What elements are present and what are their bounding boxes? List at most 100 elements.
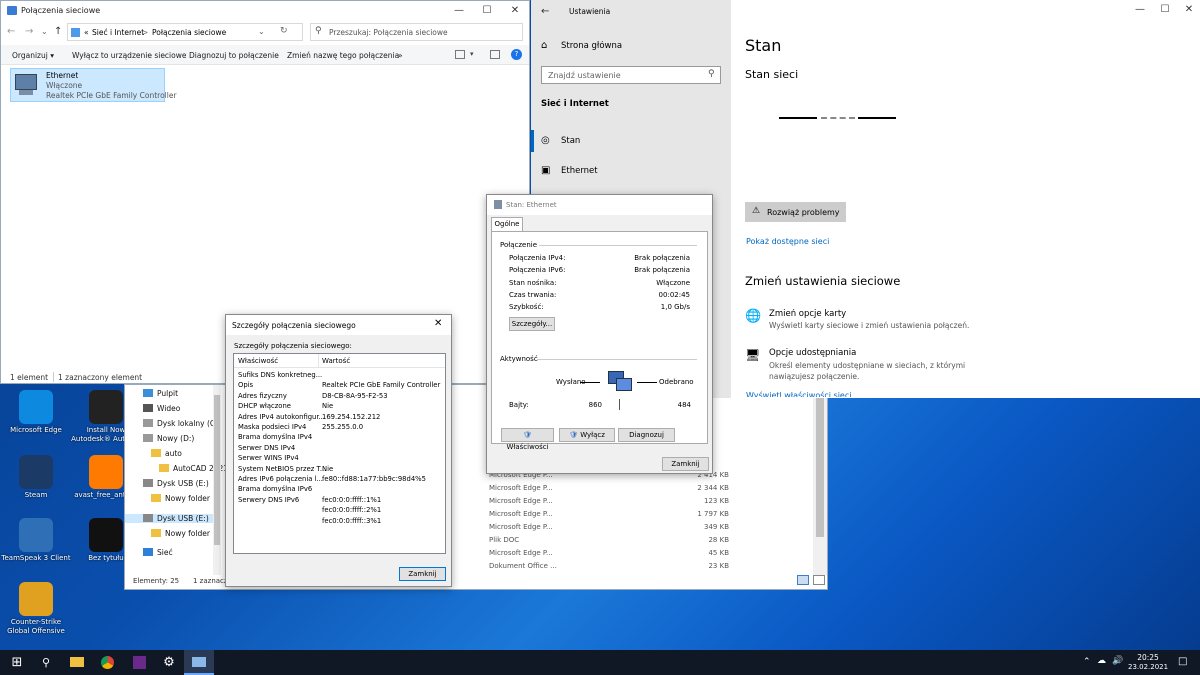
- minimize-button[interactable]: —: [445, 1, 473, 21]
- status-close-button[interactable]: Zamknij: [662, 457, 709, 471]
- file-row[interactable]: Microsoft Edge P... 45 KB: [489, 549, 729, 561]
- maximize-button[interactable]: ☐: [473, 1, 501, 21]
- disable-button[interactable]: 🛡 Wyłącz: [559, 428, 615, 442]
- settings-taskbar-icon[interactable]: ⚙: [154, 650, 184, 675]
- status-dialog-icon: [494, 200, 502, 209]
- file-size: 28 KB: [708, 536, 729, 544]
- search-box[interactable]: ⚲ Przeszukaj: Połączenia sieciowe: [310, 23, 523, 41]
- sharing-options-link[interactable]: Opcje udostępniania: [769, 348, 856, 358]
- detail-property: Brama domyślna IPv4: [238, 433, 313, 442]
- nav-stan[interactable]: Stan: [561, 136, 580, 146]
- tab-general-label: Ogólne: [494, 220, 520, 228]
- adapter-options-desc: Wyświetl karty sieciowe i zmień ustawien…: [769, 321, 970, 330]
- address-dropdown-icon[interactable]: ⌄: [258, 27, 265, 36]
- more-commands-button[interactable]: »: [398, 51, 403, 60]
- start-icon[interactable]: ⊞: [2, 650, 32, 675]
- file-row[interactable]: Dokument Office ... 23 KB: [489, 562, 729, 574]
- up-icon[interactable]: ↑: [54, 26, 62, 37]
- selected-indicator: [531, 130, 534, 152]
- recent-chevron-icon[interactable]: ⌄: [41, 27, 48, 36]
- settings-search-placeholder[interactable]: Znajdź ustawienie: [548, 71, 621, 80]
- details-button[interactable]: Szczegóły...: [509, 317, 555, 331]
- adapter-options-link[interactable]: Zmień opcje karty: [769, 309, 846, 319]
- search-taskbar-icon[interactable]: ⚲: [31, 650, 61, 675]
- file-type: Dokument Office ...: [489, 562, 557, 570]
- breadcrumb-network[interactable]: Sieć i Internet: [92, 28, 144, 37]
- network-tray-icon[interactable]: ☁: [1097, 656, 1106, 666]
- detail-property: Serwer DNS IPv4: [238, 443, 296, 452]
- column-value[interactable]: Wartość: [322, 357, 350, 365]
- ethernet-adapter-item[interactable]: Ethernet Włączone Realtek PCIe GbE Famil…: [10, 68, 177, 102]
- desktop-icon[interactable]: Steam: [0, 455, 72, 500]
- column-divider[interactable]: [318, 354, 319, 368]
- details-list[interactable]: Właściwość Wartość Sufiks DNS konkretneg…: [233, 353, 446, 554]
- detail-property: Sufiks DNS konkretneg...: [238, 371, 323, 379]
- settings-search[interactable]: Znajdź ustawienie ⚲: [541, 66, 721, 84]
- refresh-icon[interactable]: ↻: [280, 26, 288, 36]
- details-close-button[interactable]: Zamknij: [399, 567, 446, 581]
- desktop-app-icon: [89, 518, 123, 552]
- desktop-app-icon: [19, 455, 53, 489]
- tiles-view-icon[interactable]: [813, 575, 825, 585]
- settings-home-link[interactable]: Strona główna: [561, 41, 622, 51]
- diagnose-button[interactable]: Diagnozuj to połączenie: [189, 51, 279, 60]
- status-row-value: 00:02:45: [658, 290, 690, 299]
- nav-ethernet[interactable]: Ethernet: [561, 166, 598, 176]
- breadcrumb-connections[interactable]: Połączenia sieciowe: [152, 28, 226, 37]
- rename-button[interactable]: Zmień nazwę tego połączenia: [287, 51, 399, 60]
- details-view-icon[interactable]: [797, 575, 809, 585]
- change-view-icon[interactable]: [455, 50, 465, 59]
- file-row[interactable]: Microsoft Edge P... 349 KB: [489, 523, 729, 535]
- tab-general[interactable]: Ogólne: [491, 217, 523, 231]
- clock-date[interactable]: 23.02.2021: [1128, 663, 1168, 671]
- detail-property: Serwery DNS IPv6: [238, 495, 300, 504]
- warning-icon: ⚠: [752, 206, 761, 216]
- chrome-taskbar-icon[interactable]: [92, 650, 122, 675]
- forward-icon[interactable]: →: [25, 26, 33, 37]
- file-row[interactable]: Microsoft Edge P... 123 KB: [489, 497, 729, 509]
- close-button[interactable]: ✕: [501, 1, 529, 21]
- file-scrollbar-thumb[interactable]: [816, 397, 824, 537]
- detail-value: D8-CB-8A-95-F2-53: [322, 391, 388, 400]
- desktop-icon[interactable]: Counter-Strike Global Offensive: [0, 582, 72, 636]
- control-panel-taskbar-icon[interactable]: [184, 650, 214, 675]
- organize-menu[interactable]: Organizuj ▾: [12, 51, 54, 60]
- app-taskbar-icon[interactable]: [124, 650, 154, 675]
- file-row[interactable]: Microsoft Edge P... 2 344 KB: [489, 484, 729, 496]
- desktop-icon[interactable]: Microsoft Edge: [0, 390, 72, 435]
- help-icon[interactable]: ?: [511, 49, 522, 60]
- status-row-value: 1,0 Gb/s: [660, 303, 690, 312]
- desktop-app-icon: [19, 582, 53, 616]
- settings-back-icon[interactable]: ←: [541, 6, 549, 17]
- view-dropdown-icon[interactable]: ▾: [470, 50, 474, 58]
- address-bar[interactable]: « Sieć i Internet > Połączenia sieciowe …: [67, 23, 303, 41]
- back-icon[interactable]: ←: [7, 26, 15, 37]
- desktop-icon-label: TeamSpeak 3 Client: [1, 554, 71, 562]
- file-explorer-taskbar-icon[interactable]: [62, 650, 92, 675]
- column-property[interactable]: Właściwość: [238, 357, 278, 365]
- file-row[interactable]: Plik DOC 28 KB: [489, 536, 729, 548]
- file-scrollbar[interactable]: [813, 385, 827, 575]
- network-properties-link[interactable]: Wyświetl właściwości sieci: [746, 391, 851, 397]
- details-dialog-title: Szczegóły połączenia sieciowego: [232, 321, 356, 330]
- explorer-status-count: Elementy: 25: [133, 577, 180, 585]
- troubleshoot-button[interactable]: ⚠ Rozwiąż problemy: [745, 202, 846, 222]
- diagnose-dialog-button[interactable]: Diagnozuj: [618, 428, 675, 442]
- notifications-icon[interactable]: □: [1178, 656, 1187, 667]
- detail-property: Adres IPv6 połączenia l...: [238, 475, 323, 483]
- clock-time[interactable]: 20:25: [1133, 653, 1163, 662]
- show-networks-link[interactable]: Pokaż dostępne sieci: [746, 237, 829, 246]
- properties-button[interactable]: 🛡 Właściwości: [501, 428, 554, 451]
- detail-property: Adres fizyczny: [238, 391, 287, 400]
- status-dialog-title: Stan: Ethernet: [506, 201, 557, 209]
- settings-minimize-button[interactable]: —: [1126, 0, 1154, 20]
- disable-device-button[interactable]: Wyłącz to urządzenie sieciowe: [72, 51, 186, 60]
- file-row[interactable]: Microsoft Edge P... 1 797 KB: [489, 510, 729, 522]
- preview-pane-icon[interactable]: [490, 50, 500, 59]
- details-close-icon[interactable]: ✕: [434, 318, 442, 329]
- settings-close-button[interactable]: ✕: [1175, 0, 1200, 20]
- tray-expand-icon[interactable]: ⌃: [1083, 657, 1091, 667]
- search-placeholder[interactable]: Przeszukaj: Połączenia sieciowe: [329, 28, 448, 37]
- desktop-icon[interactable]: TeamSpeak 3 Client: [0, 518, 72, 563]
- volume-tray-icon[interactable]: 🔊: [1112, 656, 1123, 666]
